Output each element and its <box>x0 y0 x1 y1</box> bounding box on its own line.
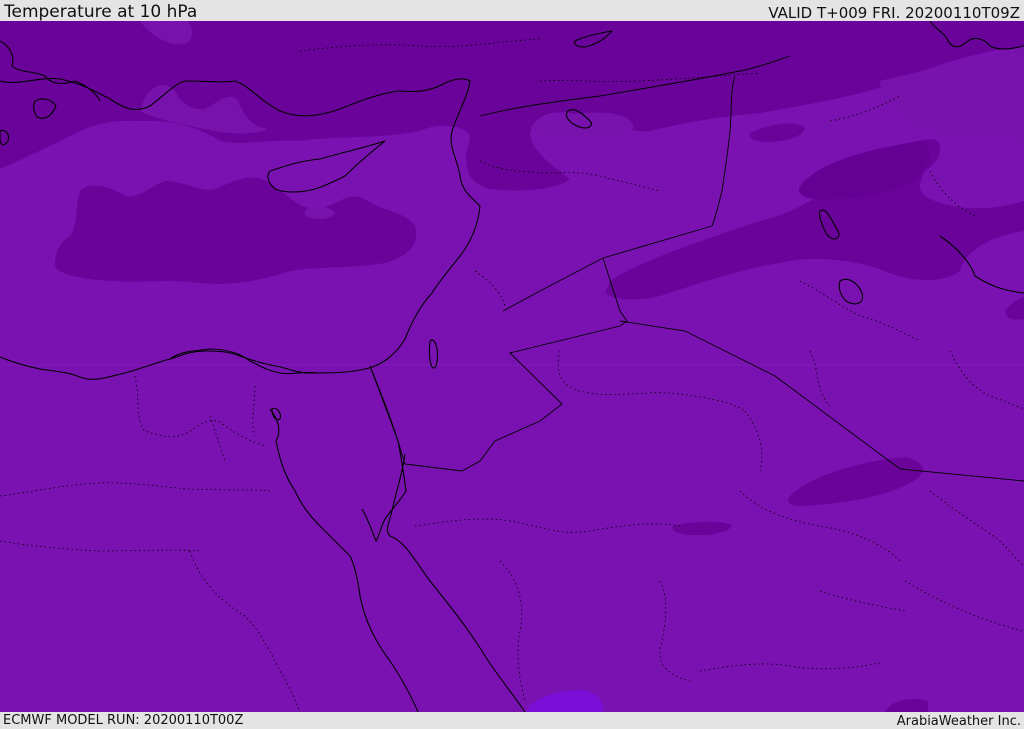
map-title: Temperature at 10 hPa <box>4 2 198 22</box>
footer-bar: ECMWF MODEL RUN: 20200110T00Z ArabiaWeat… <box>0 712 1024 729</box>
temperature-map <box>0 21 1024 712</box>
valid-time-label: VALID T+009 FRI. 20200110T09Z <box>768 4 1020 22</box>
credit-label: ArabiaWeather Inc. <box>896 714 1021 729</box>
header-bar: Temperature at 10 hPa VALID T+009 FRI. 2… <box>0 0 1024 21</box>
model-run-label: ECMWF MODEL RUN: 20200110T00Z <box>3 713 244 728</box>
